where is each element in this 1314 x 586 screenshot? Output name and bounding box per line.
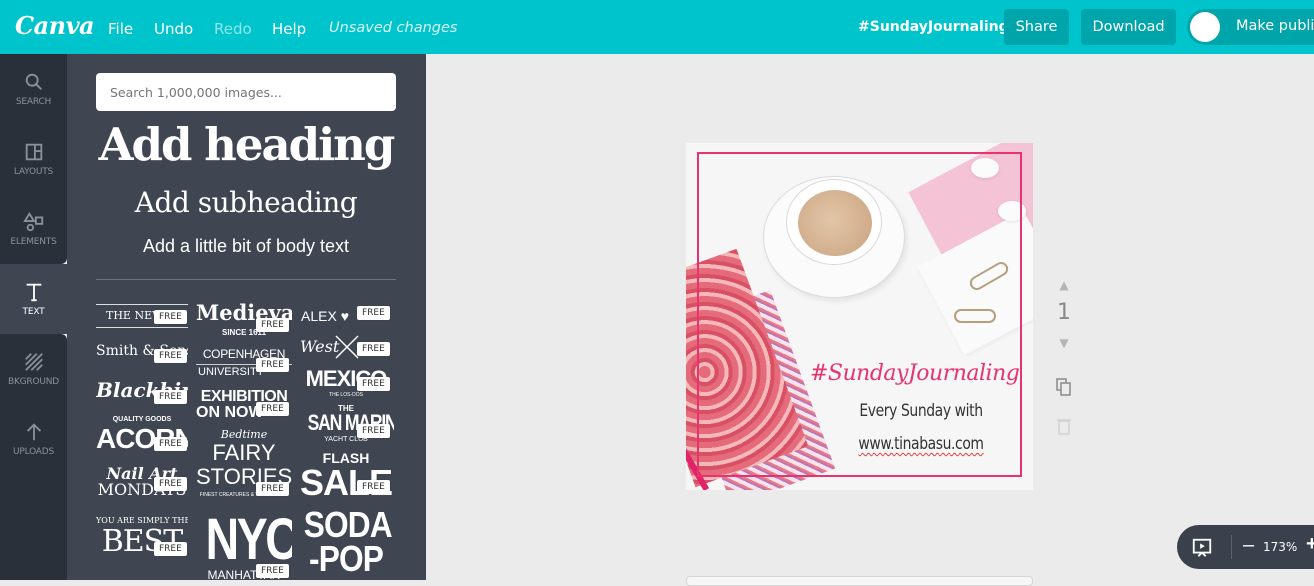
free-badge: FREE [357,342,390,356]
canvas-hashtag-text[interactable]: #SundayJournaling [686,361,1033,386]
free-badge: FREE [256,482,289,496]
share-button[interactable]: Share [1004,9,1069,45]
free-badge: FREE [154,542,187,556]
text-template-smith-sons[interactable]: Smith & Sons FREE [96,337,188,371]
free-badge: FREE [154,477,187,491]
menu-help[interactable]: Help [272,20,306,38]
text-template-copenhagen[interactable]: COPENHAGEN UNIVERSITY FREE [196,345,292,379]
free-badge: FREE [357,306,390,320]
free-badge: FREE [154,310,187,324]
menu-undo[interactable]: Undo [154,20,193,38]
free-badge: FREE [154,390,187,404]
design-canvas[interactable]: #SundayJournaling Every Sunday with www.… [686,143,1033,490]
upload-icon [26,423,41,441]
background-icon [24,353,43,371]
rail-label: ELEMENTS [10,237,57,247]
make-public-toggle[interactable]: Make public [1187,9,1314,45]
design-title[interactable]: #SundayJournaling [858,19,1009,35]
free-badge: FREE [256,358,289,372]
text-template-san-marino[interactable]: THE SAN MARINO YACHT CLUB FREE [298,404,394,446]
toggle-knob [1190,12,1220,42]
text-template-exhibition[interactable]: EXHIBITION ON NOW FREE [196,386,292,422]
zoom-level[interactable]: 173% [1263,540,1297,554]
text-template-mexico[interactable]: MEXICO THE LOS-DOS FREE [298,366,394,400]
delete-page-icon[interactable] [1052,416,1076,436]
download-button[interactable]: Download [1081,9,1176,45]
menu-redo[interactable]: Redo [214,20,252,38]
text-template-nyc[interactable]: NYC MANHATTAN FREE [196,510,292,580]
text-template-acorn[interactable]: QUALITY GOODS ACORN FREE [96,416,188,458]
add-body-text-button[interactable]: Add a little bit of body text [96,236,396,257]
panel-divider [96,279,396,280]
layouts-icon [25,143,42,161]
menu-file[interactable]: File [108,20,133,38]
text-template-alex[interactable]: ALEX ♥ FREE [298,304,394,328]
search-icon [25,73,42,90]
rail-item-layouts[interactable]: LAYOUTS [0,124,67,194]
next-page-preview[interactable] [686,576,1033,586]
text-template-the-new[interactable]: THE NEW FREE [96,304,188,328]
text-template-west[interactable]: West FREE [298,334,394,362]
zoom-controls: – 173% + [1177,525,1314,569]
free-badge: FREE [154,437,187,451]
add-heading-button[interactable]: Add heading [96,118,396,171]
save-status: Unsaved changes [329,20,458,36]
zoom-in-button[interactable]: + [1306,533,1314,556]
canvas-url-text[interactable]: www.tinabasu.com [851,434,990,454]
free-badge: FREE [357,424,390,438]
free-badge: FREE [154,349,187,363]
top-bar: Canva File Undo Redo Help Unsaved change… [0,0,1314,54]
template-subtext: THE LOS-DOS [329,392,363,398]
make-public-label: Make public [1236,18,1314,34]
text-template-flash-sale[interactable]: FLASH SALE FREE [298,450,394,502]
elements-icon [22,212,43,232]
present-icon[interactable] [1191,537,1213,559]
free-badge: FREE [256,402,289,416]
rail-item-background[interactable]: BKGROUND [0,334,67,404]
rail-label: BKGROUND [7,377,60,387]
text-template-best[interactable]: YOU ARE SIMPLY THE BEST FREE [96,512,188,560]
canvas-line1-text[interactable]: Every Sunday with [851,401,990,421]
text-template-nail-art[interactable]: Nail Art MONDAYS FREE [96,464,188,498]
free-badge: FREE [256,318,289,332]
template-subtext: -POP [309,538,384,579]
free-badge: FREE [357,377,390,391]
template-pretext: QUALITY GOODS [112,416,172,423]
rail-item-search[interactable]: SEARCH [0,54,67,124]
move-page-up-icon[interactable]: ▲ [1052,278,1076,292]
free-badge: FREE [256,564,289,578]
rail-item-uploads[interactable]: UPLOADS [0,404,67,474]
template-text: FAIRY [212,440,276,465]
text-template-soda-pop[interactable]: SODA -POP [298,506,394,580]
rail-label: LAYOUTS [13,167,54,177]
rail-label: SEARCH [15,97,52,107]
image-search-input[interactable] [96,73,396,111]
free-badge: FREE [357,480,390,494]
text-template-blackbird[interactable]: Blackbird FREE [96,376,188,408]
rail-item-text[interactable]: TEXT [0,264,67,334]
text-template-medieval[interactable]: Medieval SINCE 1611 FREE [196,300,292,338]
page-number: 1 [1057,300,1071,325]
rail-item-elements[interactable]: ELEMENTS [0,194,67,264]
text-template-fairy-stories[interactable]: Bedtime FAIRY STORIES FINEST CREATURES &… [196,428,292,504]
canva-logo[interactable]: Canva [15,11,95,40]
add-subheading-button[interactable]: Add subheading [96,186,396,219]
rail-label: TEXT [22,307,45,317]
zoom-out-button[interactable]: – [1243,534,1254,557]
rail-label: UPLOADS [12,447,55,457]
zoom-separator [1231,535,1232,559]
duplicate-page-icon[interactable] [1052,376,1076,398]
move-page-down-icon[interactable]: ▼ [1052,336,1076,350]
text-icon [26,283,41,302]
pink-frame[interactable] [697,152,1022,477]
